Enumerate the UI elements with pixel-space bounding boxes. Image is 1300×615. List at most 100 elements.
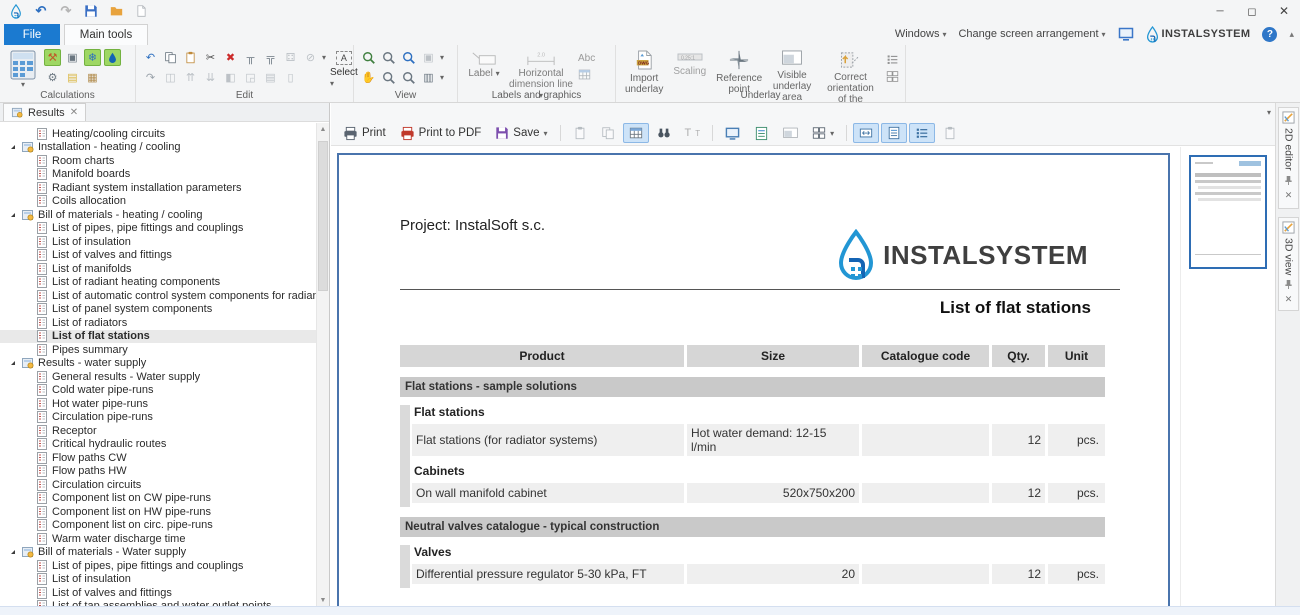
tab-main-tools[interactable]: Main tools	[64, 24, 148, 45]
view-wide-icon[interactable]	[777, 123, 804, 144]
scroll-up-icon[interactable]: ▲	[317, 123, 329, 135]
monitor-icon[interactable]	[1118, 26, 1134, 42]
zoom-window-icon[interactable]	[400, 69, 417, 86]
undo-icon[interactable]: ↶	[33, 3, 49, 19]
tree-item[interactable]: Component list on HW pipe-runs	[0, 505, 316, 519]
calc-results-icon[interactable]: ▦	[84, 69, 101, 86]
calc-water-icon[interactable]	[104, 49, 121, 66]
tree-item[interactable]: List of valves and fittings	[0, 249, 316, 263]
calc-heating-icon[interactable]: ⚒	[44, 49, 61, 66]
expander-icon[interactable]	[11, 550, 15, 554]
calc-options-icon[interactable]: ⚙	[44, 69, 61, 86]
collapse-ribbon-icon[interactable]: ▴	[1289, 29, 1294, 40]
tree-item[interactable]: Hot water pipe-runs	[0, 397, 316, 411]
print-button[interactable]: Print	[337, 123, 392, 144]
tab-3d-view[interactable]: 3D view ✕	[1278, 217, 1299, 311]
delete-icon[interactable]: ✖	[222, 49, 239, 66]
help-icon[interactable]: ?	[1262, 27, 1277, 42]
tree-group[interactable]: Results - water supply	[0, 357, 316, 371]
tree-item[interactable]: List of automatic control system compone…	[0, 289, 316, 303]
save-icon[interactable]	[83, 3, 99, 19]
close-button[interactable]: ✕	[1268, 0, 1300, 22]
page-thumbnail[interactable]	[1189, 155, 1267, 269]
view-more-dropdown[interactable]: ▾	[440, 53, 444, 62]
tree-item[interactable]: Heating/cooling circuits	[0, 127, 316, 141]
tree-item[interactable]: List of insulation	[0, 235, 316, 249]
paste-icon[interactable]	[182, 49, 199, 66]
tree-item-selected[interactable]: List of flat stations	[0, 330, 316, 344]
pin-icon[interactable]	[1284, 175, 1293, 186]
zoom-out-icon[interactable]	[380, 69, 397, 86]
tree-group[interactable]: Bill of materials - heating / cooling	[0, 208, 316, 222]
cut-icon[interactable]: ✂	[202, 49, 219, 66]
new-document-icon[interactable]	[133, 3, 149, 19]
windows-menu[interactable]: Windows▾	[895, 28, 947, 40]
arrange-icon[interactable]: ╦	[262, 49, 279, 66]
tree-item[interactable]: Circulation circuits	[0, 478, 316, 492]
close-2d-editor-icon[interactable]: ✕	[1285, 190, 1293, 201]
find-icon[interactable]	[651, 123, 677, 143]
app-logo-icon[interactable]	[8, 3, 24, 19]
pin-icon[interactable]	[1284, 279, 1293, 290]
zoom-more-dropdown[interactable]: ▾	[440, 73, 444, 82]
tree-item[interactable]: List of valves and fittings	[0, 586, 316, 600]
scrollbar-thumb[interactable]	[318, 141, 328, 291]
tree-item[interactable]: List of manifolds	[0, 262, 316, 276]
tree-item[interactable]: List of pipes, pipe fittings and couplin…	[0, 559, 316, 573]
tree-item[interactable]: Flow paths CW	[0, 451, 316, 465]
tab-2d-editor[interactable]: 2D editor ✕	[1278, 107, 1299, 209]
copy-icon[interactable]	[162, 49, 179, 66]
view-single-page-icon[interactable]	[719, 123, 746, 144]
tree-item[interactable]: Radiant system installation parameters	[0, 181, 316, 195]
expander-icon[interactable]	[11, 213, 15, 217]
close-tab-icon[interactable]: ✕	[70, 107, 78, 118]
tree-item[interactable]: Pipes summary	[0, 343, 316, 357]
zoom-icon[interactable]	[380, 49, 397, 66]
calc-structure-icon[interactable]: ▣	[64, 49, 81, 66]
tree-item[interactable]: General results - Water supply	[0, 370, 316, 384]
calc-diagnostics-icon[interactable]: ▤	[64, 69, 81, 86]
print-to-pdf-button[interactable]: Print to PDF	[394, 123, 488, 144]
tree-group[interactable]: Bill of materials - Water supply	[0, 546, 316, 560]
tree-item[interactable]: List of radiators	[0, 316, 316, 330]
tree-scrollbar[interactable]: ▲ ▼	[316, 123, 329, 606]
tree-item[interactable]: Component list on CW pipe-runs	[0, 492, 316, 506]
scroll-down-icon[interactable]: ▼	[317, 594, 329, 606]
maximize-button[interactable]: ◻	[1236, 0, 1268, 22]
outline-toggle-icon[interactable]	[909, 123, 935, 143]
panel-menu-dropdown[interactable]: ▾	[1267, 108, 1271, 117]
tree-item[interactable]: List of insulation	[0, 573, 316, 587]
tree-item[interactable]: Coils allocation	[0, 195, 316, 209]
tree-item[interactable]: List of panel system components	[0, 303, 316, 317]
tab-results[interactable]: Results ✕	[3, 103, 86, 121]
zoom-in-icon[interactable]	[360, 49, 377, 66]
tree-item[interactable]: Cold water pipe-runs	[0, 384, 316, 398]
pan-icon[interactable]: ✋	[360, 69, 377, 86]
screen-arrangement-menu[interactable]: Change screen arrangement▾	[958, 28, 1105, 40]
tree-item[interactable]: Circulation pipe-runs	[0, 411, 316, 425]
tree-item[interactable]: Component list on circ. pipe-runs	[0, 519, 316, 533]
open-folder-icon[interactable]	[108, 3, 124, 19]
zoom-page-icon[interactable]	[400, 49, 417, 66]
tree-item[interactable]: Flow paths HW	[0, 465, 316, 479]
view-multipage-icon[interactable]: ▾	[806, 123, 840, 143]
expander-icon[interactable]	[11, 361, 15, 365]
calculations-button[interactable]: ▾	[6, 49, 40, 89]
page-thumbnails-toggle-icon[interactable]	[881, 123, 907, 143]
calc-cooling-icon[interactable]: ❄	[84, 49, 101, 66]
tree-group[interactable]: Installation - heating / cooling	[0, 141, 316, 155]
save-report-button[interactable]: Save ▾	[489, 123, 553, 143]
zoom-select-icon[interactable]: ▥	[420, 69, 437, 86]
expander-icon[interactable]	[11, 145, 15, 149]
align-icon[interactable]: ╥	[242, 49, 259, 66]
tree-item[interactable]: List of radiant heating components	[0, 276, 316, 290]
tree-item[interactable]: Critical hydraulic routes	[0, 438, 316, 452]
view-page-icon[interactable]	[748, 123, 775, 144]
tree-item[interactable]: Receptor	[0, 424, 316, 438]
undo-edit-icon[interactable]: ↶	[142, 49, 159, 66]
tree-item[interactable]: Room charts	[0, 154, 316, 168]
tree-item[interactable]: Manifold boards	[0, 168, 316, 182]
tree-item[interactable]: Warm water discharge time	[0, 532, 316, 546]
fit-width-icon[interactable]	[853, 123, 879, 143]
tree-item[interactable]: List of pipes, pipe fittings and couplin…	[0, 222, 316, 236]
